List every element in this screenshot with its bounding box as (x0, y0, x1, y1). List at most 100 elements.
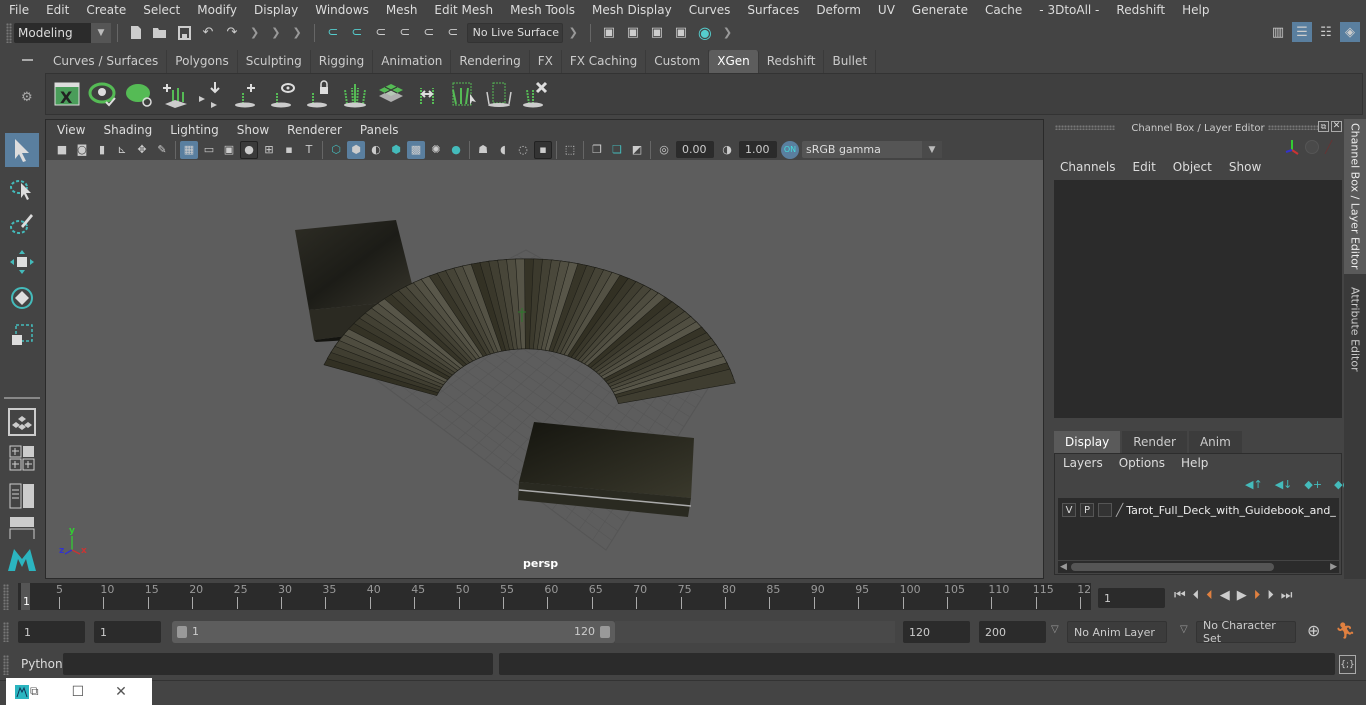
viewport-menu-lighting[interactable]: Lighting (161, 123, 228, 137)
camera-attributes-icon[interactable]: ◙ (73, 141, 91, 159)
viewport-menu-panels[interactable]: Panels (351, 123, 408, 137)
xray-active-components-icon[interactable]: ◩ (628, 141, 646, 159)
render-view-icon[interactable]: ▣ (599, 23, 619, 43)
snap-curve-icon[interactable]: ⊂ (347, 23, 367, 43)
gamma-icon[interactable]: ◑ (718, 141, 736, 159)
auto-key-icon[interactable]: ⊕ (1307, 621, 1320, 640)
rotate-tool-icon[interactable] (5, 281, 39, 315)
script-editor-icon[interactable]: {;} (1339, 655, 1356, 674)
gate-mask-icon[interactable]: ● (240, 140, 258, 159)
layer-tab-display[interactable]: Display (1054, 431, 1121, 453)
drag-handle[interactable] (3, 622, 9, 642)
menu-modify[interactable]: Modify (188, 3, 245, 17)
snap-surface-icon[interactable]: ⊂ (419, 23, 439, 43)
gamma-field[interactable]: 1.00 (739, 141, 777, 158)
select-tool-icon[interactable] (5, 133, 39, 167)
side-tab-channel-box[interactable]: Channel Box / Layer Editor (1344, 119, 1366, 274)
layer-horizontal-scrollbar[interactable]: ◀ ▶ (1058, 561, 1339, 573)
maximize-icon[interactable]: ☐ (72, 684, 85, 700)
layer-color-swatch[interactable]: ╱ (1116, 503, 1123, 517)
close-icon[interactable]: ✕ (115, 684, 127, 700)
current-frame-field[interactable]: 1 (1098, 588, 1165, 608)
anti-aliasing-icon[interactable]: ◌ (514, 141, 532, 159)
snap-view-plane-icon[interactable]: ⊂ (395, 23, 415, 43)
anim-layer-dropdown[interactable]: No Anim Layer (1067, 621, 1167, 643)
layer-menu-help[interactable]: Help (1181, 456, 1208, 470)
exposure-icon[interactable]: ◎ (655, 141, 673, 159)
snap-point-icon[interactable]: ⊂ (371, 23, 391, 43)
step-forward-frame-icon[interactable]: ⏵ (1267, 588, 1274, 603)
menu-mesh-tools[interactable]: Mesh Tools (501, 3, 583, 17)
scrollbar-thumb[interactable] (1071, 563, 1274, 571)
outliner-persp-layout-icon[interactable] (5, 479, 39, 513)
animation-start-field[interactable]: 1 (18, 621, 85, 643)
scale-tool-icon[interactable] (5, 318, 39, 352)
playback-end-field[interactable]: 120 (903, 621, 970, 643)
playback-start-field[interactable]: 1 (94, 621, 161, 643)
layer-menu-layers[interactable]: Layers (1063, 456, 1103, 470)
motion-blur-icon[interactable]: ◖ (494, 141, 512, 159)
ipr-render-icon[interactable]: ▣ (647, 23, 667, 43)
play-forwards-icon[interactable]: ▶ (1237, 588, 1247, 603)
menu-display[interactable]: Display (245, 3, 306, 17)
step-back-key-icon[interactable]: ⏴ (1206, 588, 1213, 603)
guide-split-icon[interactable] (339, 78, 371, 110)
grid-toggle-icon[interactable]: ▦ (180, 140, 198, 159)
layer-playback-toggle[interactable]: P (1080, 503, 1094, 517)
animation-end-field[interactable]: 200 (979, 621, 1046, 643)
place-guides-icon[interactable] (195, 78, 227, 110)
channel-menu-channels[interactable]: Channels (1060, 160, 1116, 174)
screen-space-ao-icon[interactable]: ☗ (474, 141, 492, 159)
command-language-label[interactable]: Python (21, 657, 63, 671)
character-set-dropdown-arrow-icon[interactable]: ▽ (1180, 624, 1188, 635)
paint-select-tool-icon[interactable] (5, 207, 39, 241)
new-layer-icon[interactable]: ◆+ (1304, 478, 1322, 491)
use-default-material-icon[interactable]: ◐ (367, 141, 385, 159)
four-view-layout-icon[interactable] (5, 441, 39, 475)
menu-mesh-display[interactable]: Mesh Display (583, 3, 680, 17)
menu-edit[interactable]: Edit (37, 3, 77, 17)
channel-menu-show[interactable]: Show (1229, 160, 1261, 174)
undo-icon[interactable]: ↶ (198, 23, 218, 43)
wireframe-icon[interactable]: ⬡ (327, 141, 345, 159)
tool-settings-icon[interactable]: ☷ (1316, 22, 1336, 42)
render-current-frame-icon[interactable]: ▣ (623, 23, 643, 43)
float-panel-icon[interactable]: ⧉ (1318, 121, 1329, 132)
range-slider[interactable]: 1 120 (172, 621, 615, 643)
shadows-icon[interactable]: ● (447, 141, 465, 159)
add-guide-icon[interactable] (231, 78, 263, 110)
menu-help[interactable]: Help (1173, 3, 1217, 17)
animation-preferences-icon[interactable]: 🏃︎ (1335, 621, 1355, 640)
live-surface-field[interactable]: No Live Surface (466, 22, 563, 43)
menu-cache[interactable]: Cache (976, 3, 1030, 17)
field-chart-icon[interactable]: ⊞ (260, 141, 278, 159)
menu-uv[interactable]: UV (869, 3, 903, 17)
menu-deform[interactable]: Deform (807, 3, 869, 17)
xgen-preview-icon[interactable] (87, 78, 119, 110)
step-forward-key-icon[interactable]: ⏵ (1254, 588, 1261, 603)
drag-handle[interactable] (6, 22, 12, 43)
channel-menu-edit[interactable]: Edit (1133, 160, 1156, 174)
textured-icon[interactable]: ▩ (407, 140, 425, 159)
guide-visibility-icon[interactable] (267, 78, 299, 110)
menuset-dropdown[interactable]: Modeling ▼ (14, 22, 111, 43)
move-tool-icon[interactable] (5, 245, 39, 279)
snap-grid-icon[interactable]: ⊂ (323, 23, 343, 43)
manipulator-toggle-icon[interactable] (1305, 140, 1319, 154)
channel-menu-object[interactable]: Object (1173, 160, 1212, 174)
channel-box-toggle-icon[interactable]: ◈ (1340, 22, 1360, 42)
single-perspective-view-icon[interactable] (5, 405, 39, 439)
delete-guides-icon[interactable] (519, 78, 551, 110)
depth-of-field-icon[interactable]: ▪ (534, 140, 552, 159)
layer-display-type-toggle[interactable] (1098, 503, 1112, 517)
collapse-arrow-icon[interactable]: ❯ (250, 26, 259, 39)
render-settings-icon[interactable]: ▣ (671, 23, 691, 43)
film-gate-icon[interactable]: ▭ (200, 141, 218, 159)
wireframe-on-shaded-icon[interactable]: ⬢ (387, 141, 405, 159)
drag-handle[interactable] (1268, 125, 1318, 130)
close-icon[interactable]: ✕ (1331, 121, 1342, 132)
modeling-toolkit-icon[interactable]: ▥ (1268, 22, 1288, 42)
select-camera-icon[interactable]: ■ (53, 141, 71, 159)
collapse-arrow-icon[interactable]: ❯ (723, 26, 732, 39)
viewport-menu-renderer[interactable]: Renderer (278, 123, 351, 137)
